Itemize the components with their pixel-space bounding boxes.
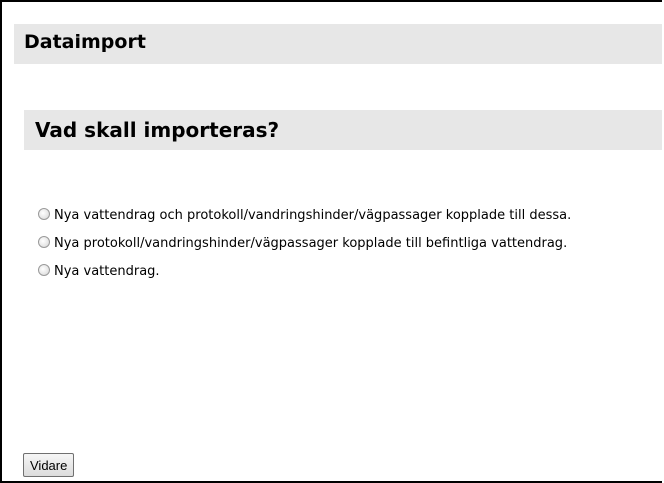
option-label: Nya vattendrag och protokoll/vandringshi… [54,208,572,223]
page-title: Dataimport [24,31,146,53]
section-title: Vad skall importeras? [35,118,280,142]
next-button[interactable]: Vidare [23,453,75,477]
import-options: Nya vattendrag och protokoll/vandringshi… [23,207,662,291]
option-new-watercourses-and-protocols[interactable]: Nya vattendrag och protokoll/vandringshi… [23,207,662,225]
radio-button[interactable] [38,264,50,276]
page-header: Dataimport [14,24,662,64]
option-new-watercourses[interactable]: Nya vattendrag. [23,263,662,281]
radio-button[interactable] [38,208,50,220]
option-label: Nya vattendrag. [54,264,160,279]
section-header: Vad skall importeras? [24,110,662,150]
import-panel: Dataimport Vad skall importeras? Nya vat… [0,0,662,483]
option-label: Nya protokoll/vandringshinder/vägpassage… [54,236,568,251]
radio-button[interactable] [38,236,50,248]
option-new-protocols-existing-watercourses[interactable]: Nya protokoll/vandringshinder/vägpassage… [23,235,662,253]
